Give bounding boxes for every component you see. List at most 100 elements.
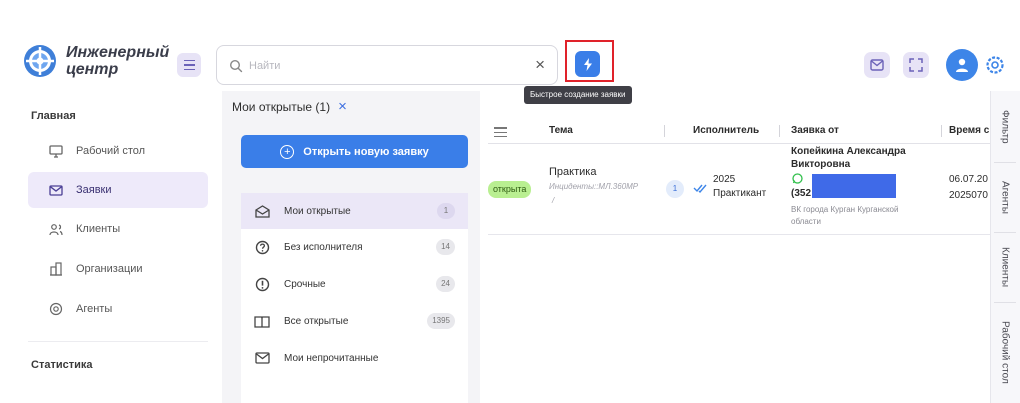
tab-divider xyxy=(994,232,1016,233)
search-input[interactable] xyxy=(249,56,519,76)
ticket-time-line2: 2025070 xyxy=(949,190,988,201)
sidebar-section-main: Главная xyxy=(31,110,76,122)
list-item-label: Срочные xyxy=(284,278,326,290)
settings-gear-icon[interactable] xyxy=(984,54,1006,76)
list-item-label: Все открытые xyxy=(284,315,349,327)
column-header-executor[interactable]: Исполнитель xyxy=(693,119,759,143)
sidebar-item-clients[interactable]: Клиенты xyxy=(28,211,208,247)
tab-divider xyxy=(994,302,1016,303)
column-settings-icon[interactable] xyxy=(494,126,507,139)
list-item-label: Мои непрочитанные xyxy=(284,352,379,364)
sidebar-item-agents[interactable]: Агенты xyxy=(28,291,208,327)
column-divider[interactable] xyxy=(664,125,665,137)
exclamation-icon xyxy=(254,276,270,292)
column-divider[interactable] xyxy=(941,125,942,137)
hamburger-icon xyxy=(183,58,195,72)
envelope-open-icon xyxy=(254,203,270,219)
ticket-time-line1: 06.07.20 xyxy=(949,174,988,185)
logo-icon xyxy=(24,45,56,77)
executor-name-line1: 2025 xyxy=(713,174,736,185)
open-new-ticket-button[interactable]: + Открыть новую заявку xyxy=(241,135,468,168)
close-filter-button[interactable]: × xyxy=(338,99,347,114)
sidebar-item-label: Заявки xyxy=(76,184,112,196)
sidebar-item-label: Агенты xyxy=(76,303,113,315)
list-item-count: 1395 xyxy=(427,313,455,329)
quick-create-tooltip: Быстрое создание заявки xyxy=(524,86,632,104)
sidebar-item-tickets[interactable]: Заявки xyxy=(28,172,208,208)
tab-divider xyxy=(994,162,1016,163)
user-avatar[interactable] xyxy=(946,49,978,81)
panel-title: Мои открытые (1) × xyxy=(232,99,347,114)
list-item-all-open[interactable]: Все открытые 1395 xyxy=(241,303,468,339)
panel-title-text: Мои открытые (1) xyxy=(232,100,331,114)
user-icon xyxy=(956,58,968,72)
tab-filter[interactable]: Фильтр xyxy=(990,96,1020,158)
building-icon xyxy=(48,261,64,277)
sidebar-item-desktop[interactable]: Рабочий стол xyxy=(28,133,208,169)
list-item-count: 24 xyxy=(436,276,455,292)
column-header-time[interactable]: Время с xyxy=(949,119,989,143)
customer-phone: (352 xyxy=(791,188,812,199)
executor-name-line2: Практикант xyxy=(713,188,767,199)
users-icon xyxy=(48,221,64,237)
agent-icon xyxy=(48,301,64,317)
list-item-count: 14 xyxy=(436,239,455,255)
envelope-icon xyxy=(254,350,270,366)
table-row-divider xyxy=(488,234,998,235)
question-icon xyxy=(254,239,270,255)
expand-icon xyxy=(909,58,923,72)
list-item-my-unread[interactable]: Мои непрочитанные xyxy=(241,340,468,376)
list-item-urgent[interactable]: Срочные 24 xyxy=(241,266,468,302)
open-new-ticket-label: Открыть новую заявку xyxy=(303,145,429,158)
ticket-subject: Практика xyxy=(549,166,597,178)
tab-agents[interactable]: Агенты xyxy=(990,166,1020,228)
lightning-icon xyxy=(583,57,592,71)
customer-name-line2: Викторовна xyxy=(791,159,851,170)
list-item-my-open[interactable]: Мои открытые 1 xyxy=(241,193,468,229)
app-logo[interactable]: Инженерный центр xyxy=(22,43,169,79)
table-header-divider xyxy=(488,143,998,144)
sidebar-item-label: Клиенты xyxy=(76,223,121,235)
column-header-from[interactable]: Заявка от xyxy=(791,119,839,143)
list-item-label: Мои открытые xyxy=(284,205,351,217)
menu-toggle-button[interactable] xyxy=(177,53,201,77)
redacted-contact xyxy=(812,174,896,198)
ticket-category: Инциденты::МЛ.360МР xyxy=(549,182,639,191)
search-bar: × xyxy=(216,45,558,85)
mail-icon xyxy=(870,59,884,71)
plus-circle-icon: + xyxy=(280,144,295,159)
envelope-icon xyxy=(48,182,64,198)
customer-name-line1: Копейкина Александра xyxy=(791,146,906,157)
tab-label: Фильтр xyxy=(999,110,1011,144)
logo-line-2: центр xyxy=(66,61,119,78)
column-divider[interactable] xyxy=(779,125,780,137)
sidebar-item-label: Рабочий стол xyxy=(76,145,146,157)
sidebar-item-organizations[interactable]: Организации xyxy=(28,251,208,287)
list-item-label: Без исполнителя xyxy=(284,241,363,253)
read-checkmark-icon xyxy=(693,184,707,193)
customer-org-line1: ВК города Курган Курганской xyxy=(791,205,899,214)
fullscreen-button[interactable] xyxy=(903,52,929,78)
sidebar-divider xyxy=(28,341,208,342)
quick-create-button[interactable] xyxy=(575,51,600,77)
tab-clients[interactable]: Клиенты xyxy=(990,236,1020,298)
sidebar-item-label: Организации xyxy=(76,263,143,275)
column-header-subject[interactable]: Тема xyxy=(549,119,573,143)
sidebar-section-stats[interactable]: Статистика xyxy=(31,359,93,371)
ticket-category-cont: / xyxy=(552,196,555,205)
tab-label: Рабочий стол xyxy=(999,320,1011,384)
logo-text: Инженерный центр xyxy=(66,44,169,78)
list-item-count: 1 xyxy=(437,203,455,219)
book-icon xyxy=(254,313,270,329)
logo-line-1: Инженерный xyxy=(66,44,170,61)
whatsapp-icon xyxy=(792,173,803,184)
customer-org-line2: области xyxy=(791,217,821,226)
search-clear-button[interactable]: × xyxy=(535,55,545,75)
messages-button[interactable] xyxy=(864,52,890,78)
tab-desktop[interactable]: Рабочий стол xyxy=(990,306,1020,398)
search-icon xyxy=(229,59,243,73)
tab-label: Агенты xyxy=(999,180,1011,214)
monitor-icon xyxy=(48,143,64,159)
list-item-unassigned[interactable]: Без исполнителя 14 xyxy=(241,229,468,265)
status-badge: открыта xyxy=(488,181,532,198)
